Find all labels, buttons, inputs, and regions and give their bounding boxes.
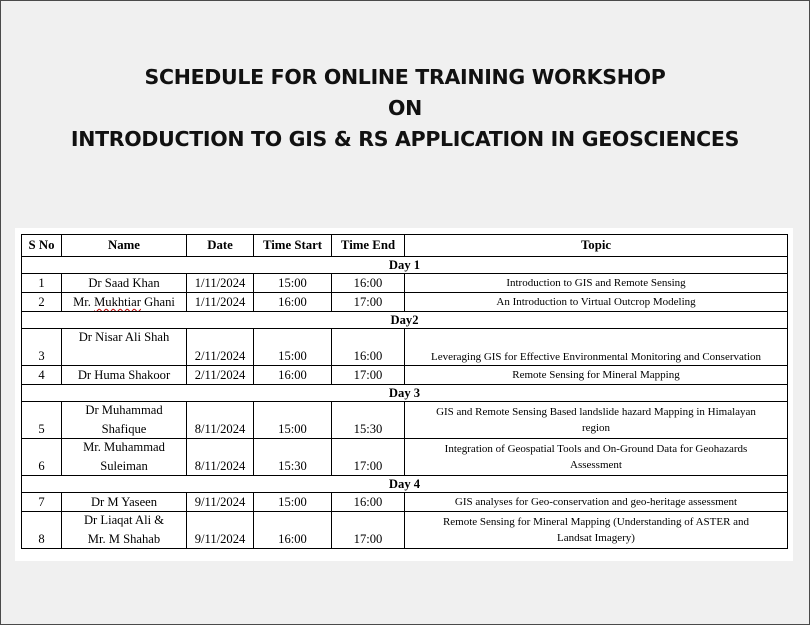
title-line-2: ON [388,96,422,120]
topic-line-1: Remote Sensing for Mineral Mapping (Unde… [442,516,750,528]
cell-end: 16:00 [331,273,405,293]
cell-end: 15:30 [331,401,405,439]
cell-name: Dr M Yaseen [61,492,187,512]
header-time-start: Time Start [253,234,332,257]
cell-end: 17:00 [331,365,405,385]
cell-date: 9/11/2024 [186,511,254,549]
cell-name: Dr Huma Shakoor [61,365,187,385]
cell-sno: 5 [21,401,62,439]
cell-name: Mr. Muhammad Suleiman [61,438,187,476]
header-date: Date [186,234,254,257]
cell-name: Dr Liaqat Ali & Mr. M Shahab [61,511,187,549]
name-part: Mr. [73,295,95,309]
topic-line-2: region [581,422,611,434]
cell-end: 17:00 [331,511,405,549]
cell-date: 2/11/2024 [186,365,254,385]
table-row: 8 Dr Liaqat Ali & Mr. M Shahab 9/11/2024 … [21,511,788,549]
topic-line-1: Integration of Geospatial Tools and On-G… [444,443,748,455]
title-line-1: SCHEDULE FOR ONLINE TRAINING WORKSHOP [144,65,666,89]
header-time-end: Time End [331,234,405,257]
cell-name: Dr Nisar Ali Shah [61,328,187,366]
day-row: Day 4 [21,475,788,493]
topic-line-1: GIS and Remote Sensing Based landslide h… [436,406,756,418]
cell-date: 8/11/2024 [186,401,254,439]
topic-line-2: Landsat Imagery) [557,532,635,544]
cell-date: 9/11/2024 [186,492,254,512]
cell-start: 15:00 [253,401,332,439]
cell-topic: Integration of Geospatial Tools and On-G… [404,438,788,476]
cell-name: Mr. Mukhtiar Ghani [61,292,187,312]
cell-sno: 2 [21,292,62,312]
table-row: 4 Dr Huma Shakoor 2/11/2024 16:00 17:00 … [21,365,788,385]
cell-start: 16:00 [253,292,332,312]
name-line-2: Mr. M Shahab [87,532,161,546]
cell-sno: 6 [21,438,62,476]
day-label: Day 1 [21,256,788,274]
cell-topic: GIS analyses for Geo-conservation and ge… [404,492,788,512]
cell-date: 1/11/2024 [186,273,254,293]
cell-topic: Remote Sensing for Mineral Mapping (Unde… [404,511,788,549]
header-sno: S No [21,234,62,257]
cell-topic: Introduction to GIS and Remote Sensing [404,273,788,293]
table-row: 5 Dr Muhammad Shafique 8/11/2024 15:00 15… [21,401,788,439]
page-title: SCHEDULE FOR ONLINE TRAINING WORKSHOP ON… [0,62,810,155]
cell-topic: An Introduction to Virtual Outcrop Model… [404,292,788,312]
table-row: 2 Mr. Mukhtiar Ghani 1/11/2024 16:00 17:… [21,292,788,312]
table-row: 6 Mr. Muhammad Suleiman 8/11/2024 15:30 1… [21,438,788,476]
schedule-sheet: S No Name Date Time Start Time End Topic… [15,228,793,561]
day-row: Day2 [21,311,788,329]
cell-topic: GIS and Remote Sensing Based landslide h… [404,401,788,439]
cell-sno: 3 [21,328,62,366]
header-name: Name [61,234,187,257]
day-row: Day 1 [21,256,788,274]
cell-start: 15:00 [253,328,332,366]
cell-end: 17:00 [331,292,405,312]
cell-start: 15:00 [253,492,332,512]
day-label: Day 3 [21,384,788,402]
table-row: 1 Dr Saad Khan 1/11/2024 15:00 16:00 Int… [21,273,788,293]
header-topic: Topic [404,234,788,257]
cell-start: 15:30 [253,438,332,476]
cell-sno: 8 [21,511,62,549]
day-row: Day 3 [21,384,788,402]
name-line-1: Dr Liaqat Ali & [83,513,165,527]
cell-end: 17:00 [331,438,405,476]
table-row: 7 Dr M Yaseen 9/11/2024 15:00 16:00 GIS … [21,492,788,512]
cell-start: 15:00 [253,273,332,293]
cell-date: 2/11/2024 [186,328,254,366]
name-line-2: Suleiman [100,459,148,473]
cell-end: 16:00 [331,492,405,512]
cell-topic: Remote Sensing for Mineral Mapping [404,365,788,385]
cell-sno: 4 [21,365,62,385]
cell-name: Dr Muhammad Shafique [61,401,187,439]
cell-sno: 1 [21,273,62,293]
table-row: 3 Dr Nisar Ali Shah 2/11/2024 15:00 16:0… [21,328,788,366]
day-label: Day2 [21,311,788,329]
cell-start: 16:00 [253,365,332,385]
name-line-1: Dr Muhammad [85,403,163,417]
name-line-1: Mr. Muhammad [83,440,165,454]
title-line-3: INTRODUCTION TO GIS & RS APPLICATION IN … [70,127,740,151]
cell-end: 16:00 [331,328,405,366]
cell-sno: 7 [21,492,62,512]
cell-topic: Leveraging GIS for Effective Environment… [404,328,788,366]
cell-date: 8/11/2024 [186,438,254,476]
day-label: Day 4 [21,475,788,493]
schedule-table: S No Name Date Time Start Time End Topic… [21,234,788,549]
table-header-row: S No Name Date Time Start Time End Topic [21,234,788,257]
name-line-2: Shafique [101,422,147,436]
name-part-misspelled: Mukhtiar [94,295,141,309]
name-part: Ghani [140,295,175,309]
topic-line-2: Assessment [570,459,622,471]
cell-start: 16:00 [253,511,332,549]
cell-name: Dr Saad Khan [61,273,187,293]
cell-date: 1/11/2024 [186,292,254,312]
